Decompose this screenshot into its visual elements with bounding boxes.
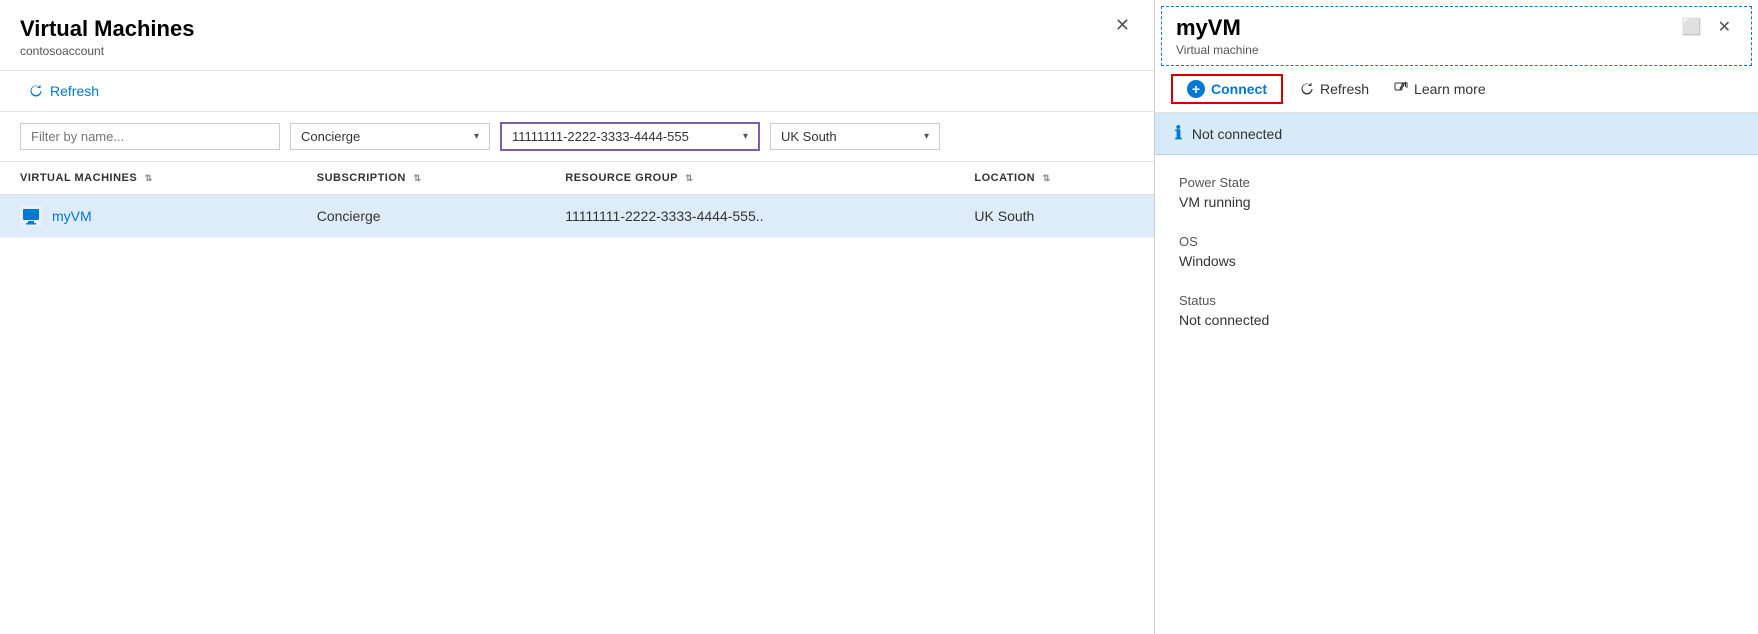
vm-subscription-cell: Concierge xyxy=(297,195,546,238)
os-value: Windows xyxy=(1179,253,1734,269)
left-title-row: Virtual Machines contosoaccount ✕ xyxy=(20,16,1134,58)
right-refresh-label: Refresh xyxy=(1320,81,1369,97)
page-title: Virtual Machines xyxy=(20,16,194,42)
power-state-group: Power State VM running xyxy=(1179,175,1734,210)
maximize-button[interactable]: ⬜ xyxy=(1676,15,1708,39)
right-close-icon: ✕ xyxy=(1718,19,1731,36)
right-refresh-icon xyxy=(1299,81,1315,97)
subscription-filter[interactable]: Concierge ▾ xyxy=(290,123,490,150)
close-button[interactable]: ✕ xyxy=(1111,16,1134,34)
col-resource-group: RESOURCE GROUP ⇅ xyxy=(545,162,954,195)
refresh-button[interactable]: Refresh xyxy=(20,79,107,103)
maximize-icon: ⬜ xyxy=(1682,19,1702,36)
left-toolbar: Refresh xyxy=(0,71,1154,112)
vm-name-cell: myVM xyxy=(0,195,297,238)
details-section: Power State VM running OS Windows Status… xyxy=(1155,155,1758,634)
right-header-dashed: myVM Virtual machine ⬜ ✕ xyxy=(1161,6,1752,66)
connect-button[interactable]: + Connect xyxy=(1171,74,1283,104)
status-value: Not connected xyxy=(1179,312,1734,328)
page-subtitle: contosoaccount xyxy=(20,44,194,58)
table-header: VIRTUAL MACHINES ⇅ SUBSCRIPTION ⇅ RESOUR… xyxy=(0,162,1154,195)
learn-more-label: Learn more xyxy=(1414,81,1486,97)
resource-group-chevron-icon: ▾ xyxy=(743,131,748,142)
right-panel: myVM Virtual machine ⬜ ✕ + Connect Refre… xyxy=(1155,0,1758,634)
right-title-group: myVM Virtual machine xyxy=(1176,15,1259,57)
vm-table: VIRTUAL MACHINES ⇅ SUBSCRIPTION ⇅ RESOUR… xyxy=(0,162,1154,238)
right-panel-title: myVM xyxy=(1176,15,1259,41)
right-refresh-button[interactable]: Refresh xyxy=(1291,77,1377,101)
os-label: OS xyxy=(1179,234,1734,249)
right-title-controls: ⬜ ✕ xyxy=(1676,15,1737,39)
col-location-sort-icon[interactable]: ⇅ xyxy=(1043,173,1051,184)
vm-name-wrapper: myVM xyxy=(20,205,277,227)
vm-location-cell: UK South xyxy=(954,195,1154,238)
col-location-label: LOCATION xyxy=(974,172,1035,184)
col-location: LOCATION ⇅ xyxy=(954,162,1154,195)
location-filter[interactable]: UK South ▾ xyxy=(770,123,940,150)
info-icon: ℹ xyxy=(1175,123,1182,144)
col-vm: VIRTUAL MACHINES ⇅ xyxy=(0,162,297,195)
left-title-group: Virtual Machines contosoaccount xyxy=(20,16,194,58)
col-resource-sort-icon[interactable]: ⇅ xyxy=(685,173,693,184)
power-state-label: Power State xyxy=(1179,175,1734,190)
refresh-icon xyxy=(28,83,44,99)
status-group: Status Not connected xyxy=(1179,293,1734,328)
right-panel-subtitle: Virtual machine xyxy=(1176,43,1259,57)
right-toolbar: + Connect Refresh Learn more xyxy=(1155,66,1758,113)
right-title-row: myVM Virtual machine ⬜ ✕ xyxy=(1176,15,1737,57)
location-filter-value: UK South xyxy=(781,129,918,144)
col-vm-label: VIRTUAL MACHINES xyxy=(20,172,137,184)
filters-row: Concierge ▾ 11111111-2222-3333-4444-555 … xyxy=(0,112,1154,162)
table-header-row: VIRTUAL MACHINES ⇅ SUBSCRIPTION ⇅ RESOUR… xyxy=(0,162,1154,195)
vm-table-container: VIRTUAL MACHINES ⇅ SUBSCRIPTION ⇅ RESOUR… xyxy=(0,162,1154,634)
filter-by-name-input[interactable] xyxy=(20,123,280,150)
not-connected-text: Not connected xyxy=(1192,126,1282,142)
subscription-chevron-icon: ▾ xyxy=(474,131,479,142)
col-subscription-label: SUBSCRIPTION xyxy=(317,172,406,184)
learn-more-button[interactable]: Learn more xyxy=(1385,77,1494,101)
refresh-label: Refresh xyxy=(50,83,99,99)
close-icon: ✕ xyxy=(1115,15,1130,35)
os-group: OS Windows xyxy=(1179,234,1734,269)
col-vm-sort-icon[interactable]: ⇅ xyxy=(145,173,153,184)
vm-name-link[interactable]: myVM xyxy=(52,208,92,224)
power-state-value: VM running xyxy=(1179,194,1734,210)
left-header: Virtual Machines contosoaccount ✕ xyxy=(0,0,1154,71)
not-connected-banner: ℹ Not connected xyxy=(1155,113,1758,155)
col-subscription-sort-icon[interactable]: ⇅ xyxy=(413,173,421,184)
status-label: Status xyxy=(1179,293,1734,308)
connect-plus-icon: + xyxy=(1187,80,1205,98)
location-chevron-icon: ▾ xyxy=(924,131,929,142)
right-close-button[interactable]: ✕ xyxy=(1712,15,1737,39)
col-resource-group-label: RESOURCE GROUP xyxy=(565,172,678,184)
vm-icon xyxy=(20,205,42,227)
col-subscription: SUBSCRIPTION ⇅ xyxy=(297,162,546,195)
vm-resource-group-cell: 11111111-2222-3333-4444-555.. xyxy=(545,195,954,238)
subscription-filter-value: Concierge xyxy=(301,129,468,144)
table-body: myVM Concierge 11111111-2222-3333-4444-5… xyxy=(0,195,1154,238)
left-panel: Virtual Machines contosoaccount ✕ Refres… xyxy=(0,0,1155,634)
learn-more-icon xyxy=(1393,81,1409,97)
resource-group-filter-value: 11111111-2222-3333-4444-555 xyxy=(512,129,737,144)
connect-label: Connect xyxy=(1211,81,1267,97)
table-row[interactable]: myVM Concierge 11111111-2222-3333-4444-5… xyxy=(0,195,1154,238)
resource-group-filter[interactable]: 11111111-2222-3333-4444-555 ▾ xyxy=(500,122,760,151)
